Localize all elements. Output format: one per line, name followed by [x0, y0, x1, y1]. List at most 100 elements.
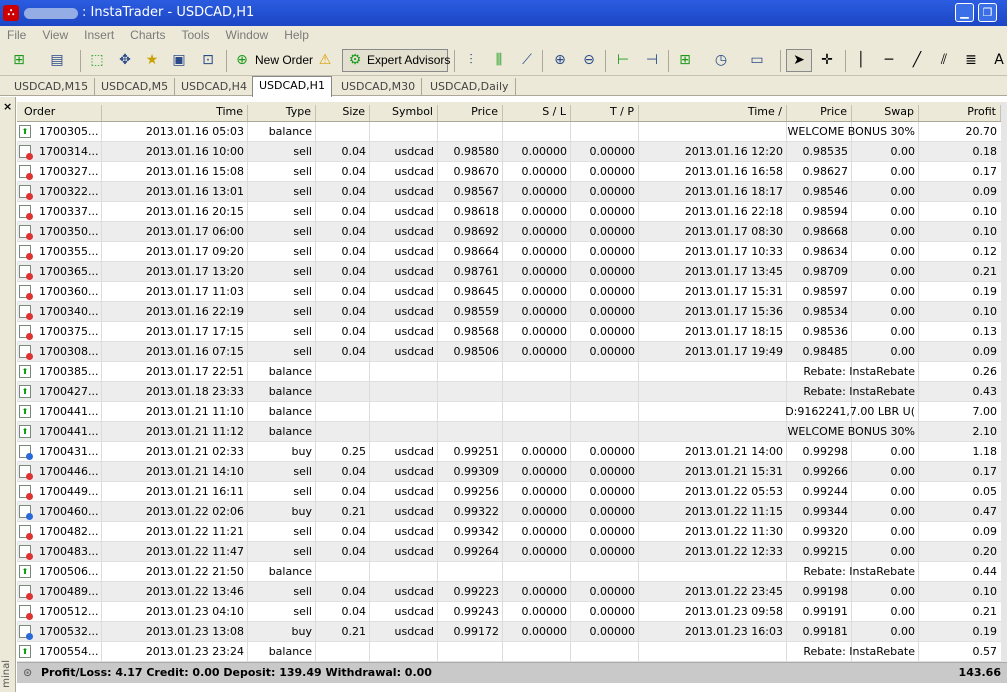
menu-view[interactable]: View — [42, 26, 68, 42]
cell-time: 2013.01.21 16:11 — [145, 485, 244, 498]
table-row[interactable]: ⬆ 1700385... 2013.01.17 22:51 balance 0.26 Re… — [17, 362, 1007, 382]
cell-close-price: 0.99244 — [802, 485, 849, 498]
equidistant-channel-icon[interactable]: ⫽ — [935, 51, 953, 69]
expert-advisors-button[interactable]: Expert Advisors — [367, 50, 450, 71]
table-row[interactable]: ⬆ 1700506... 2013.01.22 21:50 balance 0.44 Re… — [17, 562, 1007, 582]
table-row[interactable]: 1700314... 2013.01.16 10:00 sell 0.04 usdcad… — [17, 142, 1007, 162]
close-icon[interactable]: × — [3, 100, 12, 113]
table-row[interactable]: ⬆ 1700305... 2013.01.16 05:03 balance 20.70 W… — [17, 122, 1007, 142]
menu-insert[interactable]: Insert — [84, 26, 114, 42]
cell-close-time: 2013.01.22 12:33 — [684, 545, 783, 558]
vertical-line-icon[interactable]: │ — [852, 51, 870, 69]
col-close-price[interactable]: Price — [787, 105, 852, 121]
cell-order: 1700512... — [39, 605, 99, 618]
cell-order: 1700532... — [39, 625, 99, 638]
table-row[interactable]: 1700327... 2013.01.16 15:08 sell 0.04 usdcad… — [17, 162, 1007, 182]
bar-chart-icon[interactable]: ⫶ — [462, 51, 480, 69]
text-label-icon[interactable]: A — [990, 51, 1007, 69]
navigator-icon[interactable]: ✥ — [116, 51, 134, 69]
table-row[interactable]: ⬆ 1700427... 2013.01.18 23:33 balance 0.43 Re… — [17, 382, 1007, 402]
profiles-icon[interactable]: ▤ — [48, 51, 66, 69]
cell-size: 0.04 — [341, 485, 367, 498]
table-row[interactable]: 1700355... 2013.01.17 09:20 sell 0.04 usdcad… — [17, 242, 1007, 262]
new-order-button[interactable]: New Order — [255, 50, 313, 71]
cell-price: 0.99264 — [453, 545, 500, 558]
menu-window[interactable]: Window — [226, 26, 269, 42]
table-row[interactable]: 1700360... 2013.01.17 11:03 sell 0.04 usdcad… — [17, 282, 1007, 302]
col-tp[interactable]: T / P — [571, 105, 639, 121]
tab-usdcad-h1[interactable]: USDCAD,H1 — [252, 76, 332, 97]
table-row[interactable]: 1700512... 2013.01.23 04:10 sell 0.04 usdcad… — [17, 602, 1007, 622]
periods-icon[interactable]: ◷ — [712, 51, 730, 69]
fibonacci-icon[interactable]: ≣ — [962, 51, 980, 69]
strategy-tester-icon[interactable]: ⊡ — [199, 51, 217, 69]
table-row[interactable]: 1700446... 2013.01.21 14:10 sell 0.04 usdcad… — [17, 462, 1007, 482]
menu-tools[interactable]: Tools — [182, 26, 210, 42]
cell-tp: 0.00000 — [589, 585, 636, 598]
table-row[interactable]: 1700431... 2013.01.21 02:33 buy 0.25 usdcad 0… — [17, 442, 1007, 462]
candlestick-icon[interactable]: ⫼ — [490, 51, 508, 69]
table-row[interactable]: 1700449... 2013.01.21 16:11 sell 0.04 usdcad… — [17, 482, 1007, 502]
col-time[interactable]: Time — [102, 105, 248, 121]
new-chart-icon[interactable]: ⊞ — [10, 51, 28, 69]
line-chart-icon[interactable]: ⟋ — [518, 51, 536, 69]
col-sl[interactable]: S / L — [503, 105, 571, 121]
indicators-icon[interactable]: ⊞ — [676, 51, 694, 69]
zoom-in-icon[interactable]: ⊕ — [551, 51, 569, 69]
metaeditor-icon[interactable]: ⚠ — [316, 51, 334, 69]
table-row[interactable]: 1700365... 2013.01.17 13:20 sell 0.04 usdcad… — [17, 262, 1007, 282]
col-profit[interactable]: Profit — [919, 105, 1001, 121]
tab-usdcad-h4[interactable]: USDCAD,H4 — [175, 78, 254, 96]
table-row[interactable]: 1700483... 2013.01.22 11:47 sell 0.04 usdcad… — [17, 542, 1007, 562]
table-row[interactable]: 1700340... 2013.01.16 22:19 sell 0.04 usdcad… — [17, 302, 1007, 322]
favorites-icon[interactable]: ★ — [143, 51, 161, 69]
col-close-time[interactable]: Time / — [639, 105, 787, 121]
col-type[interactable]: Type — [248, 105, 316, 121]
cell-time: 2013.01.16 05:03 — [145, 125, 244, 138]
crosshair-icon[interactable]: ✛ — [818, 51, 836, 69]
cell-price: 0.98761 — [453, 265, 500, 278]
scrollbar[interactable] — [1001, 102, 1007, 662]
table-row[interactable]: 1700460... 2013.01.22 02:06 buy 0.21 usdcad 0… — [17, 502, 1007, 522]
table-row[interactable]: ⬆ 1700441... 2013.01.21 11:10 balance 7.00 D:… — [17, 402, 1007, 422]
col-symbol[interactable]: Symbol — [370, 105, 438, 121]
col-price[interactable]: Price — [438, 105, 503, 121]
tab-usdcad-daily[interactable]: USDCAD,Daily — [424, 78, 516, 96]
tab-usdcad-m5[interactable]: USDCAD,M5 — [95, 78, 176, 96]
horizontal-line-icon[interactable]: ─ — [880, 51, 898, 69]
cell-profit: 0.47 — [972, 505, 998, 518]
col-size[interactable]: Size — [316, 105, 370, 121]
minimize-button[interactable]: ▁ — [955, 3, 974, 22]
templates-icon[interactable]: ▭ — [748, 51, 766, 69]
table-row[interactable]: 1700350... 2013.01.17 06:00 sell 0.04 usdcad… — [17, 222, 1007, 242]
new-order-icon[interactable]: ⊕ — [233, 51, 251, 69]
tab-usdcad-m15[interactable]: USDCAD,M15 — [8, 78, 96, 96]
table-row[interactable]: 1700322... 2013.01.16 13:01 sell 0.04 usdcad… — [17, 182, 1007, 202]
col-swap[interactable]: Swap — [852, 105, 919, 121]
window-title: : InstaTrader - USDCAD,H1 — [82, 5, 255, 20]
terminal-icon[interactable]: ▣ — [170, 51, 188, 69]
table-row[interactable]: 1700308... 2013.01.16 07:15 sell 0.04 usdcad… — [17, 342, 1007, 362]
zoom-out-icon[interactable]: ⊖ — [580, 51, 598, 69]
menu-file[interactable]: File — [7, 26, 26, 42]
menu-charts[interactable]: Charts — [130, 26, 165, 42]
table-row[interactable]: 1700489... 2013.01.22 13:46 sell 0.04 usdcad… — [17, 582, 1007, 602]
cell-close-price: 0.99198 — [802, 585, 849, 598]
tab-usdcad-m30[interactable]: USDCAD,M30 — [335, 78, 423, 96]
table-row[interactable]: ⬆ 1700441... 2013.01.21 11:12 balance 2.10 WE… — [17, 422, 1007, 442]
col-order[interactable]: Order — [17, 105, 102, 121]
trendline-icon[interactable]: ╱ — [908, 51, 926, 69]
market-watch-icon[interactable]: ⬚ — [88, 51, 106, 69]
autoscroll-icon[interactable]: ⊢ — [614, 51, 632, 69]
menu-help[interactable]: Help — [284, 26, 309, 42]
table-row[interactable]: 1700532... 2013.01.23 13:08 buy 0.21 usdcad 0… — [17, 622, 1007, 642]
table-row[interactable]: 1700482... 2013.01.22 11:21 sell 0.04 usdcad… — [17, 522, 1007, 542]
table-row[interactable]: 1700375... 2013.01.17 17:15 sell 0.04 usdcad… — [17, 322, 1007, 342]
cell-symbol: usdcad — [394, 525, 434, 538]
restore-button[interactable]: ❐ — [978, 3, 997, 22]
table-row[interactable]: ⬆ 1700554... 2013.01.23 23:24 balance 0.57 Re… — [17, 642, 1007, 662]
table-row[interactable]: 1700337... 2013.01.16 20:15 sell 0.04 usdcad… — [17, 202, 1007, 222]
cell-close-price: 0.99266 — [802, 465, 849, 478]
cell-type: balance — [268, 405, 312, 418]
chart-shift-icon[interactable]: ⊣ — [643, 51, 661, 69]
